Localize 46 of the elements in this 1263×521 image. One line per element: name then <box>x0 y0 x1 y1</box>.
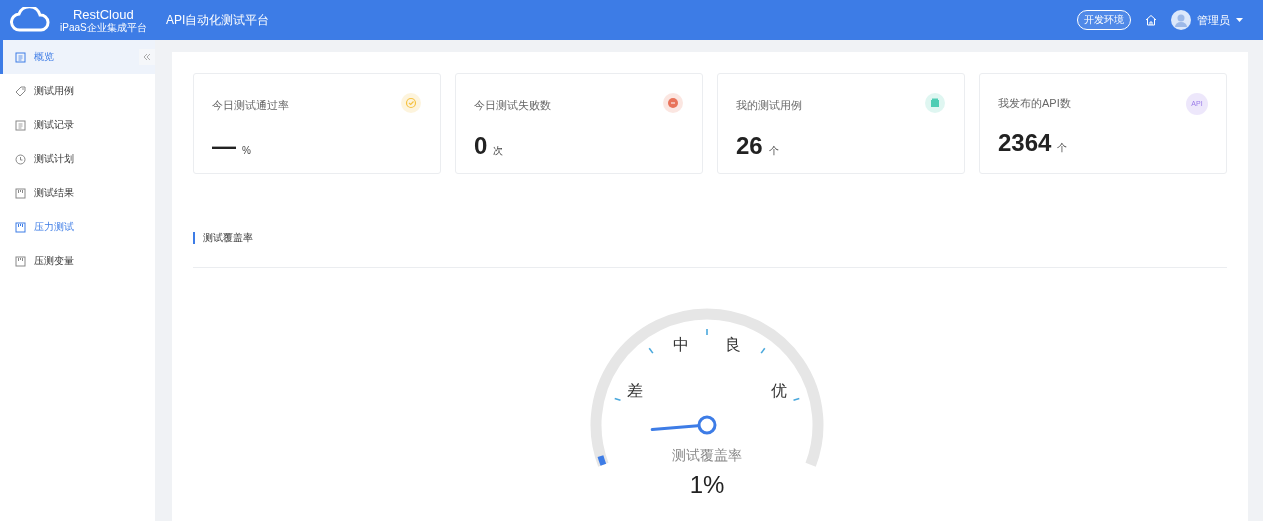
collapse-button[interactable] <box>139 49 155 65</box>
board-icon <box>15 187 26 199</box>
stat-unit: 次 <box>493 144 504 158</box>
gauge-reading: 1% <box>689 471 725 498</box>
section-title: 测试覆盖率 <box>193 232 253 244</box>
stat-title: 我发布的API数 <box>998 95 1071 111</box>
box-icon <box>924 92 946 114</box>
stat-unit: 个 <box>1057 140 1068 155</box>
stat-title: 我的测试用例 <box>736 97 802 113</box>
stat-value: — <box>212 132 236 160</box>
sidebar-item[interactable]: 测试用例 <box>0 74 155 108</box>
sidebar-item[interactable]: 概览 <box>0 40 155 74</box>
sidebar-item[interactable]: 测试计划 <box>0 142 155 176</box>
avatar-icon <box>1171 10 1191 30</box>
tag-icon <box>15 85 26 97</box>
check-circle-icon <box>400 92 422 114</box>
stat-value: 2364 <box>998 128 1052 157</box>
gauge-caption: 测试覆盖率 <box>672 447 742 463</box>
board-icon <box>15 221 26 233</box>
board-icon <box>15 255 26 267</box>
platform-title: API自动化测试平台 <box>166 11 270 29</box>
stat-title: 今日测试通过率 <box>212 97 289 113</box>
caret-icon <box>1236 18 1243 22</box>
document-icon <box>15 51 26 63</box>
stat-unit: 个 <box>768 144 779 158</box>
gauge-label: 中 <box>673 336 690 354</box>
error-circle-icon <box>662 92 684 114</box>
clock-icon <box>15 153 26 165</box>
stat-unit: % <box>242 145 251 156</box>
stat-value: 26 <box>736 132 763 160</box>
sidebar-item[interactable]: 压力测试 <box>0 210 155 244</box>
brand-name: RestCloud <box>73 7 134 21</box>
document-icon <box>15 119 26 131</box>
gauge-label: 优 <box>771 382 788 400</box>
gauge-label: 差 <box>626 382 643 400</box>
stat-value: 0 <box>474 132 488 160</box>
sidebar-item[interactable]: 压测变量 <box>0 244 155 278</box>
double-chevron-icon <box>143 53 151 61</box>
sidebar-item[interactable]: 测试结果 <box>0 176 155 210</box>
cloud-logo-icon <box>10 7 50 33</box>
stat-title: 今日测试失败数 <box>474 97 551 113</box>
gauge-label: 良 <box>724 336 741 354</box>
user-menu[interactable]: 管理员 <box>1171 10 1243 30</box>
home-icon[interactable] <box>1145 14 1157 26</box>
brand-subtitle: iPaaS企业集成平台 <box>60 22 147 33</box>
sidebar-item[interactable]: 测试记录 <box>0 108 155 142</box>
